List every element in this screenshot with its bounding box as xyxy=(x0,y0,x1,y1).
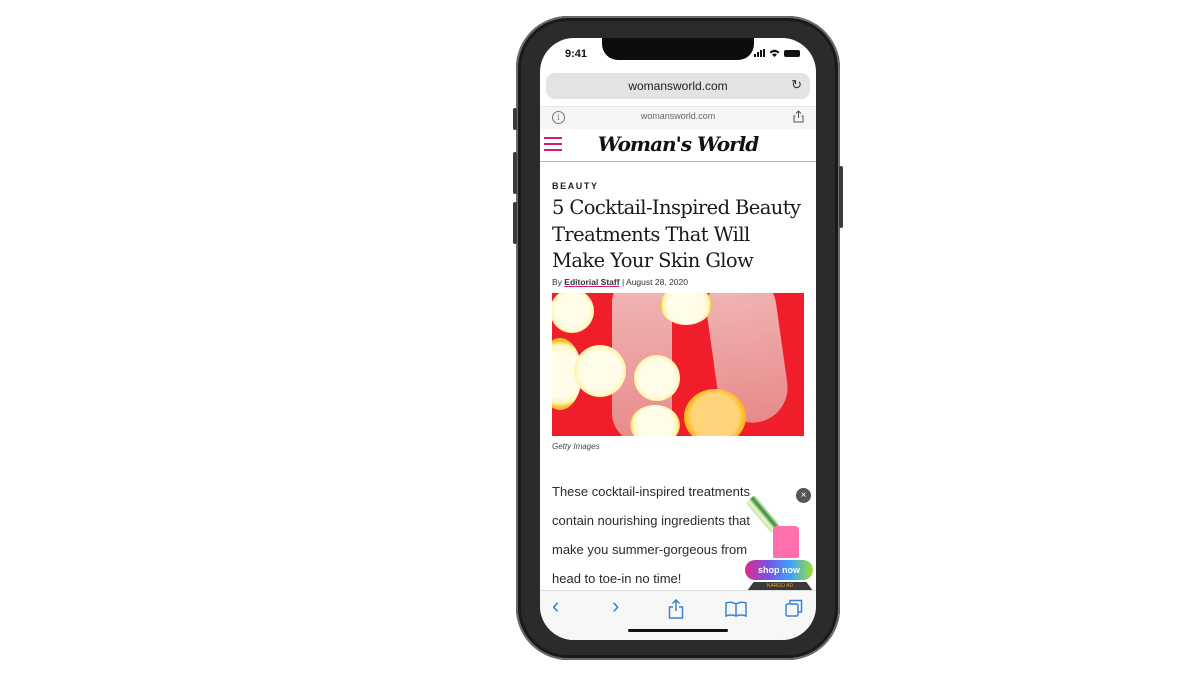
author-link[interactable]: Editorial Staff xyxy=(564,277,619,287)
tabs-icon[interactable] xyxy=(785,599,803,617)
ad-close-button[interactable]: × xyxy=(796,488,811,503)
cellular-signal-icon xyxy=(754,49,765,57)
article-headline: 5 Cocktail-Inspired Beauty Treatments Th… xyxy=(552,196,801,272)
wifi-icon xyxy=(769,49,780,57)
lemon-slice xyxy=(574,344,626,397)
status-icons xyxy=(754,49,800,57)
battery-icon xyxy=(784,50,800,57)
address-bar-url: womansworld.com xyxy=(628,79,728,93)
site-logo[interactable]: Woman's World xyxy=(540,132,816,156)
notch xyxy=(602,38,754,60)
lemon-slice xyxy=(630,404,680,436)
site-url: womansworld.com xyxy=(640,111,716,121)
shop-now-button[interactable]: shop now xyxy=(745,560,813,580)
reload-icon[interactable]: ↻ xyxy=(791,77,802,93)
phone-frame: 9:41 womansworld.com ↻ i womansworld.com… xyxy=(513,16,843,660)
site-header: Woman's World xyxy=(540,129,816,162)
mute-switch xyxy=(513,108,517,130)
address-bar[interactable]: womansworld.com ↻ xyxy=(546,73,810,99)
lemon-slice xyxy=(634,354,680,401)
site-info-bar: i womansworld.com xyxy=(540,106,816,130)
byline-prefix: By xyxy=(552,276,562,287)
back-icon[interactable]: ‹ xyxy=(552,593,559,619)
share-icon[interactable] xyxy=(668,599,684,619)
volume-down-button xyxy=(513,202,517,244)
article-byline: By Editorial Staff | August 28, 2020 xyxy=(552,277,806,287)
bookmarks-icon[interactable] xyxy=(725,601,747,617)
forward-icon[interactable]: › xyxy=(612,593,619,619)
share-icon[interactable] xyxy=(793,110,804,123)
article-category[interactable]: BEAUTY xyxy=(552,181,806,191)
lemon-slice xyxy=(552,292,594,333)
power-button xyxy=(839,166,843,228)
article-date: | August 28, 2020 xyxy=(621,276,688,287)
phone-screen: 9:41 womansworld.com ↻ i womansworld.com… xyxy=(540,38,816,640)
volume-up-button xyxy=(513,152,517,194)
image-caption: Getty Images xyxy=(552,441,600,451)
home-indicator[interactable] xyxy=(628,629,728,632)
hero-image xyxy=(552,292,804,436)
browser-toolbar: ‹ › xyxy=(540,590,816,640)
lemon-slice xyxy=(660,292,712,325)
status-time: 9:41 xyxy=(565,48,588,60)
floating-ad[interactable]: × shop now KARGO AD xyxy=(743,488,815,592)
ad-bottle-graphic xyxy=(773,526,799,558)
